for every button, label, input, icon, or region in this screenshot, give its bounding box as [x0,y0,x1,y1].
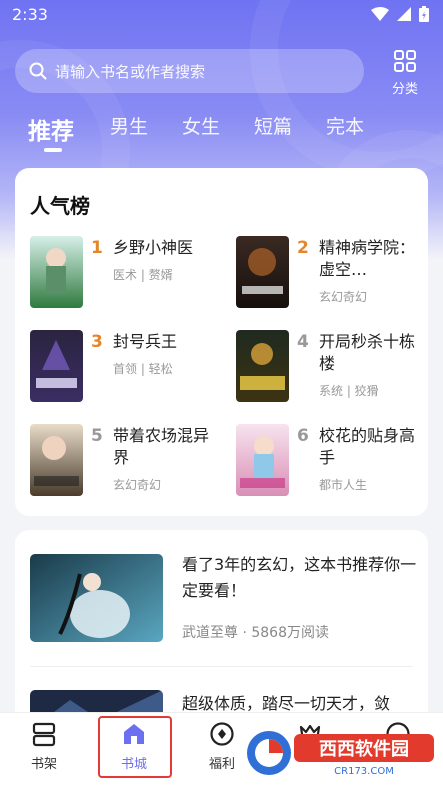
ranking-item-3[interactable]: 3 封号兵王 首领 | 轻松 [30,330,220,408]
tab-label: 短篇 [254,116,293,138]
wifi-icon [371,7,389,21]
gift-icon [210,722,234,746]
tab-recommend[interactable]: 推荐 [28,112,74,152]
battery-icon [419,6,429,22]
book-cover [30,424,83,496]
tab-label: 女生 [182,116,221,138]
watermark-logo: 西西软件园 CR173.COM [244,728,438,778]
book-tags: 首领 | 轻松 [113,362,173,376]
ranking-item-4[interactable]: 4 开局秒杀十栋楼 系统 | 狡猾 [236,330,426,408]
ranking-title: 人气榜 [30,194,90,218]
watermark-subtext: CR173.COM [334,766,394,777]
category-label: 分类 [391,82,418,97]
bookshelf-icon [32,722,56,747]
rank-number: 6 [297,426,309,446]
signal-icon [397,7,411,21]
featured-meta: 武道至尊 · 5868万阅读 [182,622,329,642]
nav-label: 书架 [30,757,57,772]
book-tags: 医术 | 赘婿 [113,268,173,282]
ranking-item-1[interactable]: 1 乡野小神医 医术 | 赘婿 [30,236,220,314]
tab-female[interactable]: 女生 [182,112,220,139]
status-bar: 2:33 [0,0,443,32]
book-title: 乡野小神医 [113,238,194,257]
tab-label: 男生 [110,116,149,138]
divider [30,666,413,667]
rank-number: 4 [297,332,309,352]
featured-read-count: 5868万阅读 [251,625,329,641]
book-title: 校花的贴身高手 [319,426,416,467]
book-cover [30,330,83,402]
ranking-item-2[interactable]: 2 精神病学院：虚空… 玄幻奇幻 [236,236,426,314]
category-button[interactable]: 分类 [384,50,426,97]
book-tags: 玄幻奇幻 [319,290,368,304]
next-featured-title: 超级体质，踏尽一切天才，敛 [182,694,391,713]
status-time: 2:33 [12,5,48,24]
rank-number: 2 [297,238,309,258]
category-tabs: 推荐 男生 女生 短篇 完本 [28,112,398,158]
featured-recommendation-card[interactable]: 看了3年的玄幻，这本书推荐你一定要看！ 武道至尊 · 5868万阅读 超级体质，… [15,530,428,730]
featured-image [30,554,163,642]
tab-label: 完本 [326,116,365,138]
rank-number: 3 [91,332,103,352]
tab-male[interactable]: 男生 [110,112,148,139]
book-tags: 系统 | 狡猾 [319,384,379,398]
ranking-item-6[interactable]: 6 校花的贴身高手 都市人生 [236,424,426,502]
book-title: 精神病学院：虚空… [319,238,416,279]
search-input[interactable]: 请输入书名或作者搜索 [15,49,364,93]
book-tags: 都市人生 [319,478,368,492]
book-title: 封号兵王 [113,332,178,351]
tab-label: 推荐 [28,119,74,145]
annotation-highlight-box [98,716,172,778]
nav-bookshelf[interactable]: 书架 [14,719,74,772]
tab-short[interactable]: 短篇 [254,112,292,139]
book-title: 带着农场混异界 [113,426,210,467]
rank-number: 1 [91,238,103,258]
rank-number: 5 [91,426,103,446]
book-cover [236,236,289,308]
popularity-ranking-card: 人气榜 1 乡野小神医 医术 | 赘婿 2 精神病学院：虚空… 玄幻奇幻 3 封… [15,168,428,516]
featured-book-name: 武道至尊 [182,625,238,641]
nav-label: 福利 [208,757,235,772]
ranking-item-5[interactable]: 5 带着农场混异界 玄幻奇幻 [30,424,220,502]
book-cover [236,424,289,496]
grid-icon [394,50,416,72]
nav-welfare[interactable]: 福利 [192,719,252,772]
search-placeholder: 请输入书名或作者搜索 [55,62,206,81]
book-cover [30,236,83,308]
watermark-text: 西西软件园 [319,738,409,760]
search-icon [29,62,47,80]
book-title: 开局秒杀十栋楼 [319,332,416,373]
book-tags: 玄幻奇幻 [113,478,162,492]
tab-completed[interactable]: 完本 [326,112,364,139]
book-cover [236,330,289,402]
featured-title: 看了3年的玄幻，这本书推荐你一定要看！ [182,555,417,600]
tab-indicator [44,148,62,152]
